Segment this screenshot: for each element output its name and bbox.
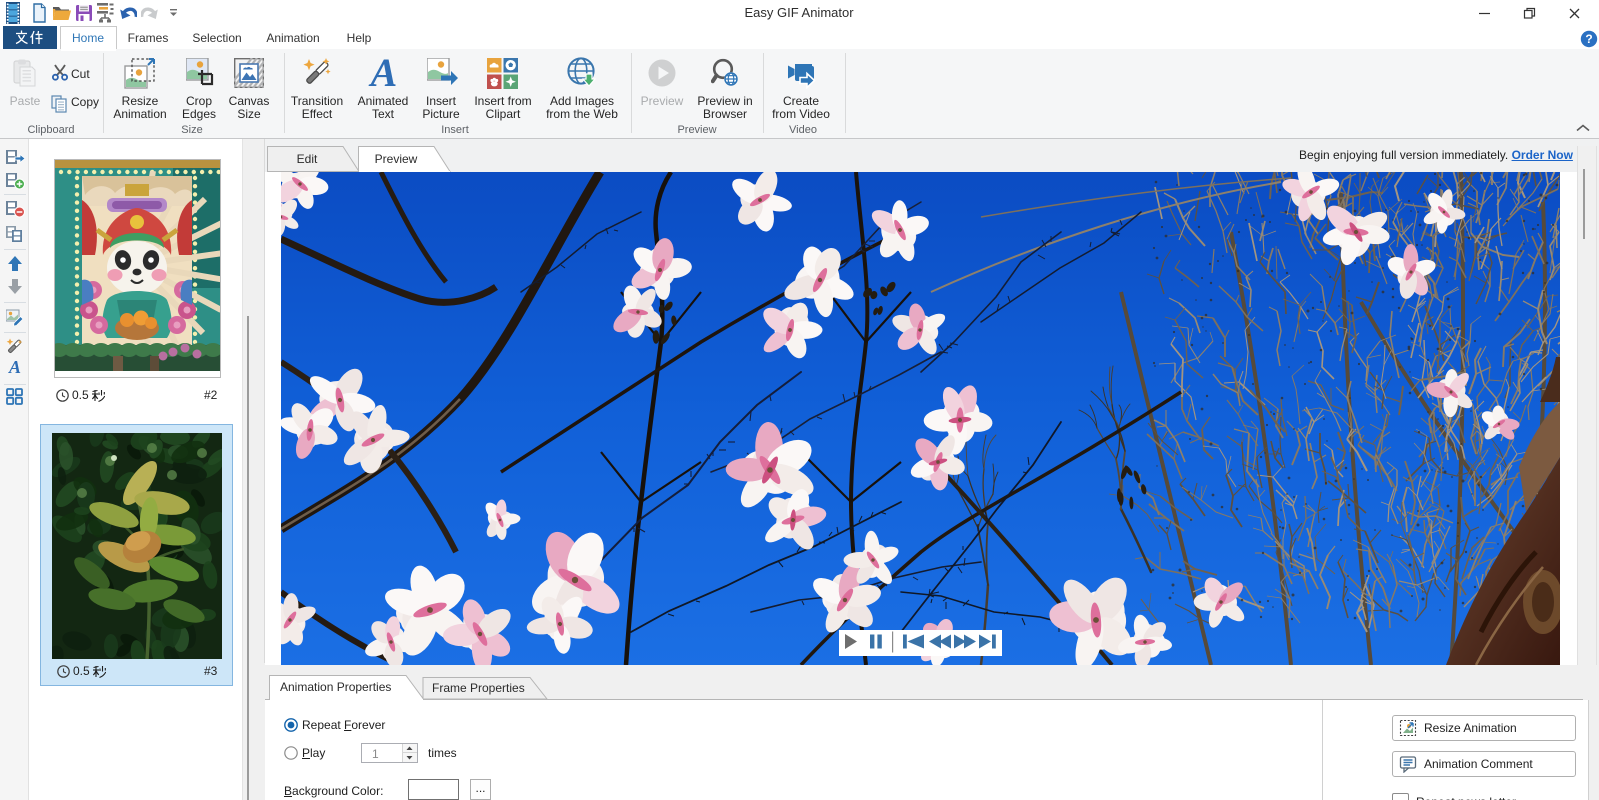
svg-text:?: ?	[1585, 32, 1592, 46]
svg-text:A: A	[8, 358, 21, 376]
svg-text:A: A	[368, 54, 398, 92]
